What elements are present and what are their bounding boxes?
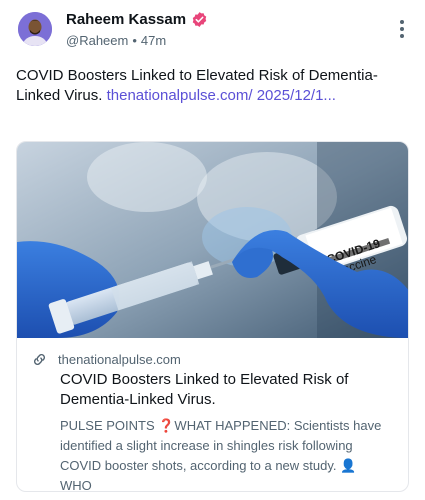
card-title[interactable]: COVID Boosters Linked to Elevated Risk o… xyxy=(60,370,390,410)
post-text: COVID Boosters Linked to Elevated Risk o… xyxy=(16,66,396,106)
author-meta-row: @Raheem • 47m xyxy=(66,33,166,48)
card-description: PULSE POINTS ❓WHAT HAPPENED: Scientists … xyxy=(60,418,382,492)
link-preview-card[interactable]: COVID-19 Vaccine thenationalpulse.com CO… xyxy=(16,141,409,492)
post: Raheem Kassam @Raheem • 47m COVID Booste… xyxy=(0,0,425,500)
author-display-name[interactable]: Raheem Kassam xyxy=(66,11,186,28)
more-vertical-icon[interactable] xyxy=(399,20,405,38)
author-name-row: Raheem Kassam xyxy=(66,11,208,28)
post-timestamp[interactable]: 47m xyxy=(141,33,166,48)
post-link[interactable]: thenationalpulse.com/ 2025/12/1... xyxy=(107,87,336,104)
verified-badge-icon xyxy=(191,11,208,28)
link-icon xyxy=(31,351,48,368)
meta-separator: • xyxy=(132,33,137,48)
card-domain: thenationalpulse.com xyxy=(58,351,181,367)
card-body: thenationalpulse.com COVID Boosters Link… xyxy=(17,338,408,492)
author-handle[interactable]: @Raheem xyxy=(66,33,128,48)
card-domain-row: thenationalpulse.com xyxy=(31,350,396,368)
avatar[interactable] xyxy=(18,12,52,46)
card-image[interactable]: COVID-19 Vaccine xyxy=(17,142,408,338)
